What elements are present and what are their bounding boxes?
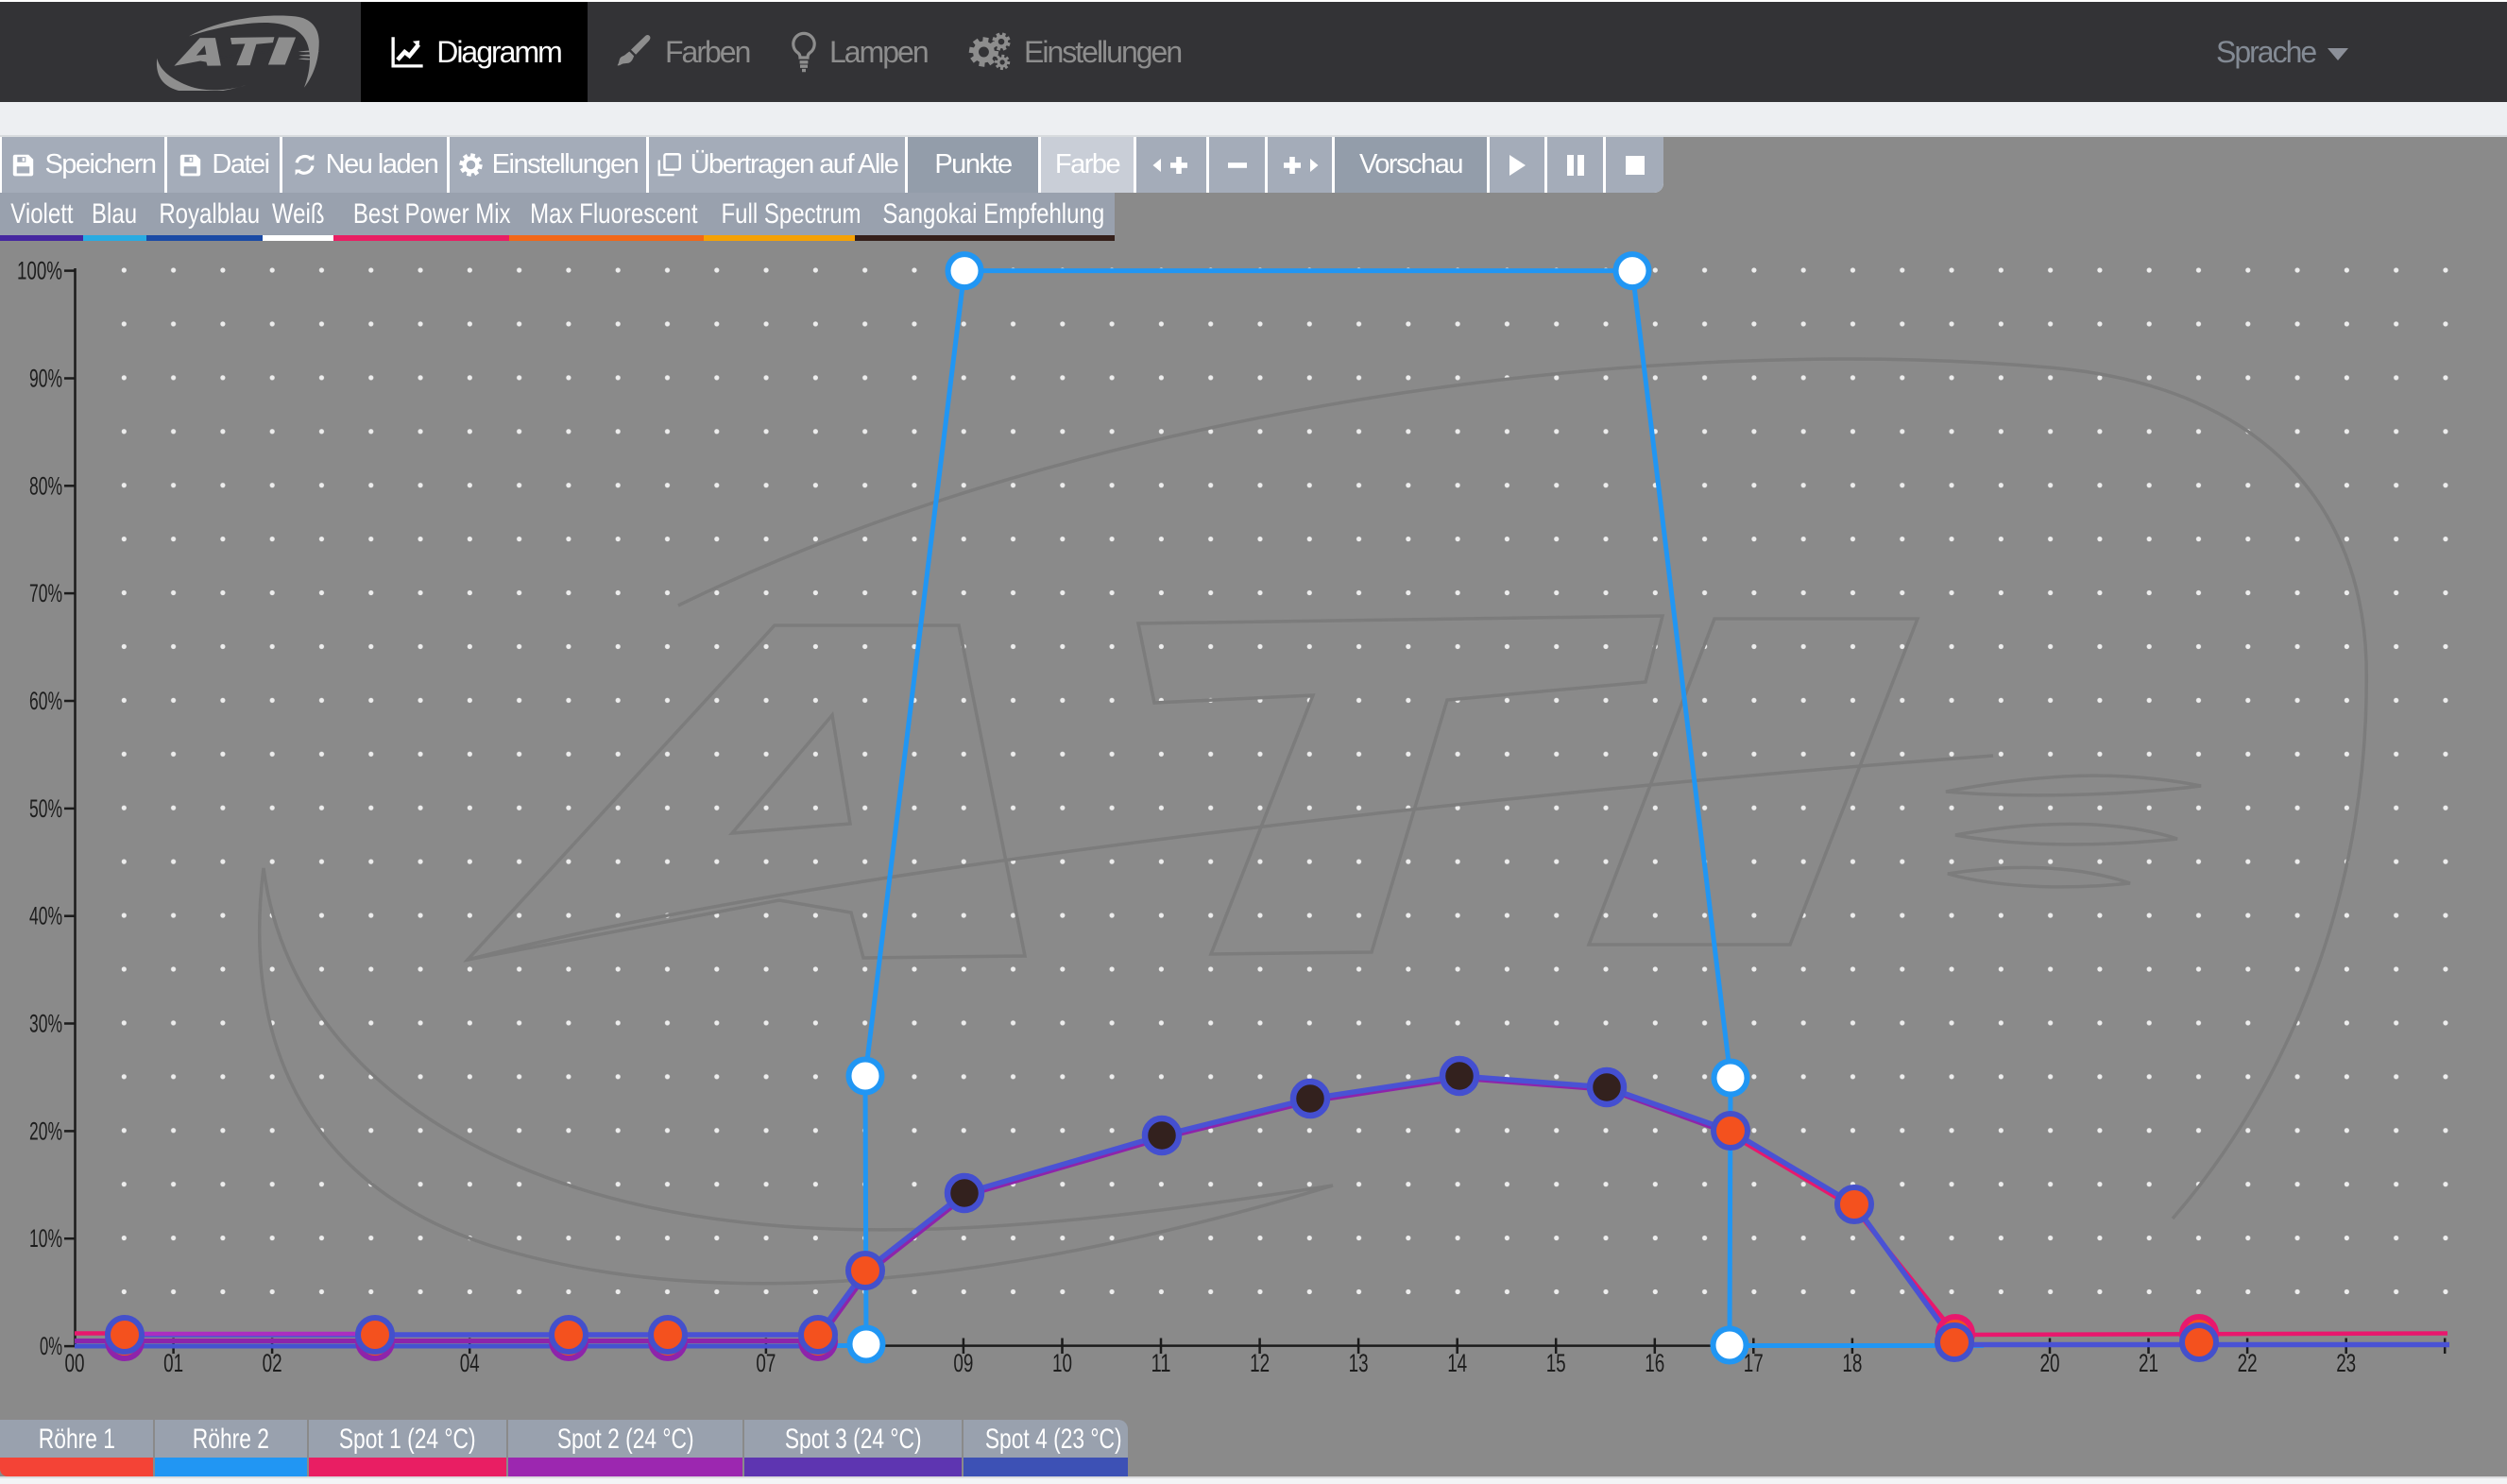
svg-text:15: 15 (1546, 1349, 1566, 1377)
svg-text:12: 12 (1250, 1349, 1270, 1377)
svg-text:50%: 50% (29, 794, 62, 823)
svg-text:01: 01 (163, 1349, 183, 1377)
svg-text:70%: 70% (29, 579, 62, 607)
svg-text:10: 10 (1052, 1349, 1072, 1377)
svg-text:04: 04 (460, 1349, 480, 1377)
svg-text:20: 20 (2040, 1349, 2060, 1377)
svg-text:18: 18 (1842, 1349, 1862, 1377)
svg-text:20%: 20% (29, 1117, 62, 1145)
svg-text:100%: 100% (17, 257, 62, 285)
svg-text:30%: 30% (29, 1010, 62, 1038)
svg-text:09: 09 (953, 1349, 973, 1377)
svg-text:80%: 80% (29, 471, 62, 500)
svg-text:11: 11 (1151, 1349, 1171, 1377)
svg-text:14: 14 (1447, 1349, 1467, 1377)
svg-text:0%: 0% (40, 1332, 62, 1360)
svg-text:16: 16 (1645, 1349, 1664, 1377)
svg-text:60%: 60% (29, 687, 62, 715)
svg-text:00: 00 (65, 1349, 85, 1377)
svg-text:07: 07 (756, 1349, 776, 1377)
svg-text:10%: 10% (29, 1224, 62, 1253)
svg-text:21: 21 (2139, 1349, 2158, 1377)
svg-text:90%: 90% (29, 365, 62, 393)
svg-text:22: 22 (2238, 1349, 2258, 1377)
svg-text:23: 23 (2336, 1349, 2356, 1377)
svg-text:13: 13 (1349, 1349, 1369, 1377)
svg-text:40%: 40% (29, 902, 62, 930)
svg-text:02: 02 (263, 1349, 282, 1377)
